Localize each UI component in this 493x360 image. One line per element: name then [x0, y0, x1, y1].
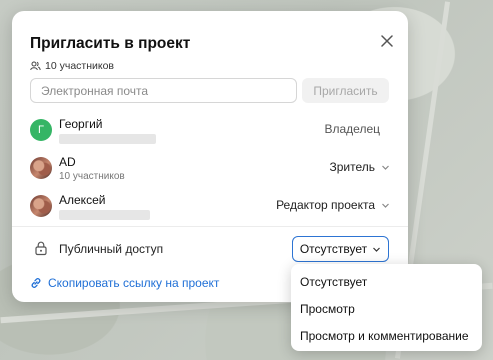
member-subtitle: 10 участников [59, 171, 125, 182]
divider [12, 226, 408, 227]
members-count: 10 участников [30, 60, 114, 72]
member-row-ad: AD 10 участников Зритель [30, 154, 390, 184]
member-role-label: Владелец [324, 122, 380, 136]
public-access-select[interactable]: Отсутствует [292, 236, 389, 262]
option-none[interactable]: Отсутствует [291, 268, 482, 295]
member-email-redacted [59, 134, 156, 144]
member-name: Алексей [59, 193, 106, 207]
option-view[interactable]: Просмотр [291, 295, 482, 322]
option-view-comment[interactable]: Просмотр и комментирование [291, 322, 482, 349]
close-icon[interactable] [377, 31, 397, 51]
invite-button[interactable]: Пригласить [302, 78, 389, 103]
chevron-down-icon [373, 247, 381, 252]
lock-icon [35, 241, 47, 256]
member-name: Георгий [59, 117, 103, 131]
member-name: AD [59, 155, 76, 169]
users-icon [30, 61, 41, 71]
member-role-label: Редактор проекта [276, 198, 375, 212]
member-role: Владелец [324, 122, 380, 136]
invite-dialog: Пригласить в проект 10 участников Пригла… [12, 11, 408, 302]
member-role-dropdown[interactable]: Редактор проекта [276, 198, 390, 212]
member-role-dropdown[interactable]: Зритель [329, 160, 390, 174]
avatar [30, 157, 52, 179]
link-icon [31, 278, 41, 288]
members-count-label: 10 участников [45, 60, 115, 72]
dialog-title: Пригласить в проект [30, 35, 191, 52]
public-access-dropdown-menu: Отсутствует Просмотр Просмотр и комменти… [291, 264, 482, 351]
avatar [30, 195, 52, 217]
copy-link-button[interactable]: Скопировать ссылку на проект [30, 276, 219, 290]
email-field[interactable] [30, 78, 297, 103]
public-access-row: Публичный доступ Отсутствует [30, 236, 390, 262]
copy-link-label: Скопировать ссылку на проект [48, 276, 220, 290]
chevron-down-icon [382, 165, 389, 170]
member-email-redacted [59, 210, 150, 220]
public-access-label: Публичный доступ [59, 242, 164, 256]
member-row-georgiy: Г Георгий Владелец [30, 116, 390, 146]
chevron-down-icon [382, 203, 389, 208]
avatar: Г [30, 119, 52, 141]
member-row-aleksey: Алексей Редактор проекта [30, 192, 390, 222]
public-access-value: Отсутствует [299, 242, 368, 256]
member-role-label: Зритель [329, 160, 375, 174]
